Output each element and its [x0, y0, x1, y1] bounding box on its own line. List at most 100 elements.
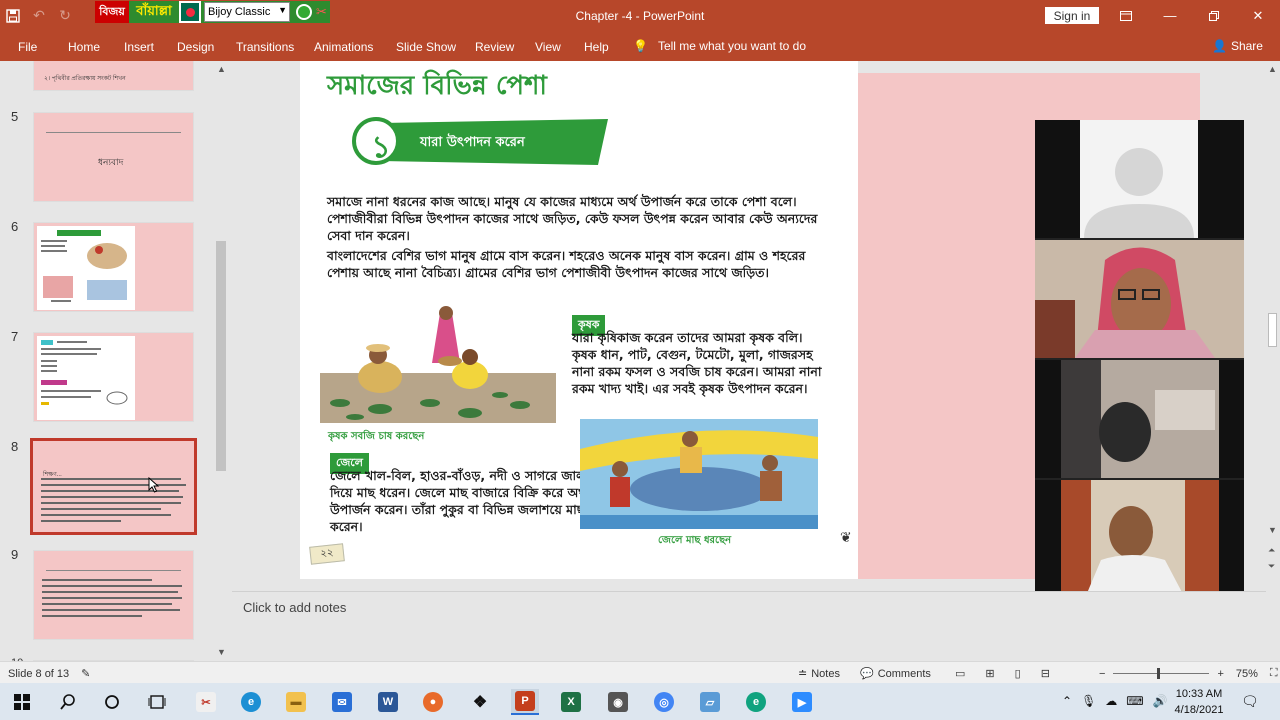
- zoom-slider-thumb[interactable]: [1157, 668, 1161, 679]
- scrollbar-thumb[interactable]: [216, 241, 226, 471]
- view-buttons: ▭ ⊞ ▯ ⊟: [955, 667, 1050, 680]
- start-button[interactable]: [8, 689, 36, 715]
- slide-content-image[interactable]: সমাজের বিভিন্ন পেশা ১ যারা উৎপাদন করেন স…: [300, 61, 858, 579]
- thumbnail-text: ২। পৃথিবীর প্রতিরক্ষায় সংকট শিখন: [44, 76, 126, 82]
- minimize-icon[interactable]: —: [1148, 0, 1192, 31]
- participant-video-frame: [1035, 360, 1244, 478]
- tab-view[interactable]: View: [535, 40, 561, 54]
- video-participants-panel: [1035, 120, 1244, 598]
- paragraph-2: বাংলাদেশের বেশির ভাগ মানুষ গ্রামে বাস কর…: [327, 248, 806, 280]
- next-slide-icon[interactable]: ⏷: [1268, 561, 1275, 572]
- bijoy-badge[interactable]: বিজয়: [95, 1, 129, 23]
- thumbnail-text-lines: [41, 478, 186, 522]
- slide-thumbnail-5[interactable]: ধন্যবাদ: [33, 112, 194, 202]
- slide-number: 6: [11, 219, 19, 234]
- scroll-down-icon[interactable]: ▼: [1268, 525, 1277, 535]
- scroll-up-icon[interactable]: ▲: [217, 64, 226, 74]
- tab-slide-show[interactable]: Slide Show: [396, 40, 456, 54]
- slide-thumbnail-7[interactable]: [33, 332, 194, 422]
- whiteboard-icon[interactable]: ▱: [696, 689, 724, 715]
- scroll-down-icon[interactable]: ▼: [217, 647, 226, 657]
- slide-thumbnail-4[interactable]: ২। পৃথিবীর প্রতিরক্ষায় সংকট শিখন: [33, 61, 194, 91]
- camera-icon[interactable]: ◉: [604, 689, 632, 715]
- reading-view-icon[interactable]: ▯: [1015, 667, 1021, 680]
- powerpoint-icon[interactable]: P: [511, 689, 539, 715]
- spelling-check-icon[interactable]: ✎: [81, 667, 90, 680]
- zoom-out-icon[interactable]: −: [1099, 668, 1105, 680]
- keyboard-layout-select[interactable]: Bijoy Classic ▼: [204, 2, 290, 22]
- tab-animations[interactable]: Animations: [314, 40, 373, 54]
- comment-icon: 💬: [860, 668, 874, 680]
- banner-number: ১: [371, 130, 391, 165]
- tab-help[interactable]: Help: [584, 40, 609, 54]
- paragraph-1: সমাজে নানা ধরনের কাজ আছে। মানুষ যে কাজের…: [327, 194, 818, 243]
- tab-home[interactable]: Home: [68, 40, 100, 54]
- sign-in-button[interactable]: Sign in: [1045, 7, 1099, 24]
- thumbnail-scrollbar[interactable]: ▲ ▼: [213, 61, 229, 661]
- slide-sorter-icon[interactable]: ⊞: [985, 667, 994, 680]
- slide-thumbnail-9[interactable]: [33, 550, 194, 640]
- network-icon[interactable]: ⌨: [1126, 694, 1143, 708]
- tell-me-search[interactable]: 💡 Tell me what you want to do: [633, 39, 806, 53]
- firefox-icon[interactable]: ●: [419, 689, 447, 715]
- bangladesh-flag-icon[interactable]: [179, 1, 201, 23]
- excel-icon[interactable]: X: [557, 689, 585, 715]
- previous-slide-icon[interactable]: ⏶: [1268, 545, 1275, 556]
- edge-icon[interactable]: e: [237, 689, 265, 715]
- chrome-icon[interactable]: ◎: [650, 689, 678, 715]
- scrollbar-thumb[interactable]: [1268, 313, 1277, 347]
- save-icon[interactable]: [0, 0, 26, 31]
- comments-label: Comments: [877, 667, 931, 680]
- maximize-icon[interactable]: [1192, 0, 1236, 31]
- undo-icon[interactable]: ↶: [26, 0, 52, 31]
- zoom-level[interactable]: 75%: [1236, 668, 1258, 680]
- tab-insert[interactable]: Insert: [124, 40, 154, 54]
- notes-pane[interactable]: Click to add notes: [232, 591, 1266, 661]
- slide-thumbnail-8-selected[interactable]: শিক্ষণ...: [30, 438, 197, 535]
- zoom-slider[interactable]: [1113, 668, 1210, 679]
- participant-tile-2[interactable]: [1035, 360, 1244, 478]
- tab-design[interactable]: Design: [177, 40, 214, 54]
- notes-toggle-button[interactable]: ≐ Notes: [798, 667, 840, 681]
- ribbon-display-options-icon[interactable]: [1104, 0, 1148, 31]
- system-clock[interactable]: 10:33 AM 4/18/2021: [1166, 686, 1232, 718]
- fit-slide-icon[interactable]: ⛶: [1270, 667, 1278, 680]
- task-view-icon[interactable]: [143, 689, 171, 715]
- globe-icon[interactable]: [296, 4, 312, 20]
- zoom-meeting-icon[interactable]: ▶: [788, 689, 816, 715]
- microphone-icon[interactable]: 🎙: [1081, 694, 1096, 708]
- participant-tile-1[interactable]: [1035, 240, 1244, 358]
- bijoy-app-name[interactable]: বাঁয়াল্লা: [129, 1, 179, 23]
- search-icon[interactable]: [54, 689, 82, 715]
- tools-icon[interactable]: ✂: [316, 5, 330, 19]
- onedrive-icon[interactable]: ☁: [1105, 694, 1117, 708]
- dropbox-icon[interactable]: ❖: [466, 689, 494, 715]
- tab-file[interactable]: File: [18, 40, 37, 54]
- system-tray: ⌃ 🎙 ☁ ⌨ 🔊: [1062, 694, 1168, 708]
- redo-icon[interactable]: ↻: [52, 0, 78, 31]
- slide-number: 9: [11, 547, 19, 562]
- cortana-icon[interactable]: [98, 689, 126, 715]
- person-icon: 👤: [1212, 39, 1227, 53]
- show-hidden-icons-icon[interactable]: ⌃: [1062, 694, 1072, 708]
- page-number: ২২: [309, 543, 345, 565]
- word-icon[interactable]: W: [374, 689, 402, 715]
- tab-review[interactable]: Review: [475, 40, 514, 54]
- snipping-tool-icon[interactable]: ✂: [192, 689, 220, 715]
- tab-transitions[interactable]: Transitions: [236, 40, 294, 54]
- participant-tile-avatar[interactable]: [1035, 120, 1244, 238]
- share-button[interactable]: 👤 Share: [1212, 39, 1263, 53]
- notifications-icon[interactable]: 🗨: [1241, 693, 1259, 710]
- file-explorer-icon[interactable]: ▬: [282, 689, 310, 715]
- comments-toggle-button[interactable]: 💬 Comments: [860, 667, 931, 681]
- mail-icon[interactable]: ✉: [328, 689, 356, 715]
- slide-thumbnail-6[interactable]: [33, 222, 194, 312]
- editor-scrollbar[interactable]: ▲ ▼ ⏶ ⏷: [1265, 61, 1280, 591]
- normal-view-icon[interactable]: ▭: [955, 667, 965, 680]
- zoom-in-icon[interactable]: +: [1217, 668, 1223, 680]
- slideshow-view-icon[interactable]: ⊟: [1041, 667, 1050, 680]
- close-icon[interactable]: ✕: [1236, 0, 1280, 31]
- scroll-up-icon[interactable]: ▲: [1268, 64, 1277, 74]
- evernote-icon[interactable]: e: [742, 689, 770, 715]
- participant-tile-3[interactable]: [1035, 480, 1244, 598]
